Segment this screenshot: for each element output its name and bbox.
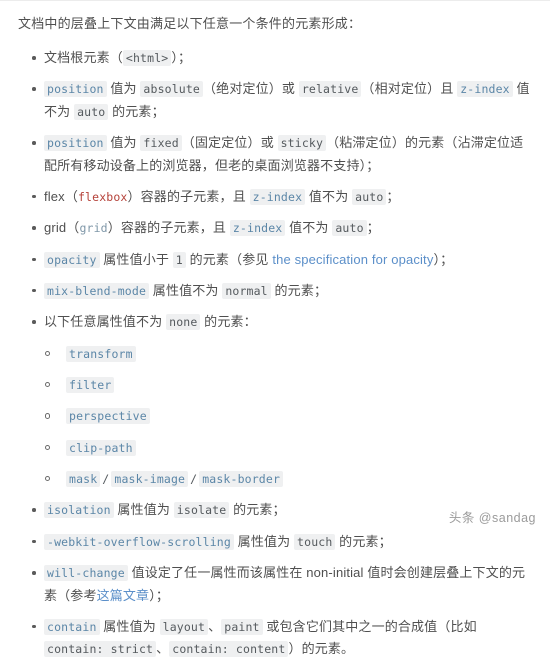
code-span: normal	[222, 282, 271, 299]
text-run: 属性值不为	[149, 282, 223, 298]
text-run: 值不为	[285, 220, 333, 236]
separator: /	[102, 472, 110, 487]
code-span: mix-blend-mode	[44, 282, 150, 299]
text-run: 的元素：	[200, 314, 257, 330]
stacking-context-list: 文档根元素（ <html>）； position 值为 absolute （绝对定位）…	[0, 47, 550, 661]
text-run: ；	[366, 220, 380, 236]
text-run: （固定定位）或	[181, 135, 278, 151]
code-span: isolation	[44, 502, 114, 519]
text-run: 的元素；	[108, 103, 165, 119]
text-run: 值不为	[305, 188, 353, 204]
text-run: 以下任意属性值不为	[44, 314, 167, 330]
text-run: 、	[208, 618, 222, 634]
text-run: 值为	[106, 81, 141, 97]
sub-list-item-clip-path: clip-path	[44, 437, 536, 459]
sub-list-item-mask-group: mask / mask-image / mask-border	[44, 468, 536, 490]
list-item-opacity: opacity 属性值小于 1 的元素（参见 the specification…	[0, 249, 550, 271]
text-run: ）的元素。	[288, 641, 355, 657]
text-run: 属性值为	[233, 533, 295, 549]
text-run: 或包含它们其中之一的合成值（比如	[262, 618, 477, 634]
watermark: 头条 @sandag	[448, 511, 536, 525]
code-span: clip-path	[66, 439, 136, 456]
inline-link[interactable]: 这篇文章	[97, 588, 150, 603]
text-run: 文档根元素（	[44, 50, 123, 66]
text-run: 、	[156, 641, 170, 657]
list-item-webkit-overflow-scrolling: -webkit-overflow-scrolling 属性值为 touch 的元…	[0, 531, 550, 553]
inline-link[interactable]: the specification for opacity	[272, 252, 433, 267]
code-span: z-index	[249, 188, 306, 205]
code-span: layout	[159, 618, 209, 635]
intro-paragraph: 文档中的层叠上下文由满足以下任意一个条件的元素形成：	[18, 16, 362, 31]
code-span: z-index	[229, 220, 286, 237]
list-item-root-element: 文档根元素（ <html>）；	[0, 47, 550, 69]
code-span: auto	[74, 103, 109, 120]
code-span: flexbox	[77, 189, 128, 204]
code-span: auto	[332, 220, 367, 237]
code-span: transform	[66, 345, 136, 362]
code-span: -webkit-overflow-scrolling	[44, 533, 234, 550]
sub-list-item-perspective: perspective	[44, 405, 536, 427]
code-span: auto	[352, 188, 387, 205]
separator: /	[190, 472, 198, 487]
text-run: ；	[386, 188, 400, 204]
text-run: 的元素；	[270, 282, 328, 298]
code-span: will-change	[44, 565, 128, 582]
text-run: 属性值为	[99, 618, 160, 634]
text-run: flex（	[44, 188, 78, 204]
code-span: position	[44, 81, 107, 98]
code-span: 1	[172, 251, 186, 268]
code-span: mask-border	[199, 471, 284, 488]
code-span: relative	[298, 81, 362, 98]
code-span: none	[166, 314, 201, 331]
code-span: paint	[221, 618, 263, 635]
code-span: contain	[44, 618, 100, 635]
code-span: position	[44, 135, 107, 152]
sub-list-item-filter: filter	[44, 374, 536, 396]
text-run: grid（	[44, 220, 80, 236]
code-span: mask	[66, 471, 101, 488]
list-item-grid-child: grid（grid）容器的子元素，且 z-index 值不为 auto；	[0, 217, 550, 239]
text-run: 属性值小于	[99, 251, 173, 267]
code-span: absolute	[140, 81, 204, 98]
code-span: isolate	[173, 502, 230, 519]
text-run: ）；	[149, 587, 170, 603]
list-item-position-absolute-relative: position 值为 absolute （绝对定位）或 relative （相对定…	[0, 78, 550, 123]
code-span: fixed	[140, 135, 182, 152]
text-run: 的元素；	[335, 533, 392, 549]
text-run: （绝对定位）或	[203, 81, 299, 97]
article-page: 文档中的层叠上下文由满足以下任意一个条件的元素形成： 文档根元素（ <html>）…	[0, 0, 550, 658]
text-run: 值为	[106, 135, 141, 151]
code-span: contain: strict	[44, 641, 157, 658]
code-span: contain: content	[169, 641, 289, 658]
code-span: sticky	[277, 135, 327, 152]
code-span: grid	[79, 221, 108, 236]
list-item-will-change: will-change 值设定了任一属性而该属性在 non-initial 值时…	[0, 562, 550, 607]
list-item-position-fixed-sticky: position 值为 fixed （固定定位）或 sticky （粘滞定位）的元素…	[0, 132, 550, 177]
code-span: touch	[294, 533, 336, 550]
sub-list-item-transform: transform	[44, 343, 536, 365]
text-run: ）容器的子元素，且	[127, 188, 250, 204]
list-item-any-property-not-none: 以下任意属性值不为 none 的元素： transform filter perspe…	[0, 311, 550, 490]
sub-list: transform filter perspective clip-path mask /…	[44, 343, 536, 491]
text-run: ）；	[433, 251, 454, 267]
code-span: filter	[66, 377, 115, 394]
text-run: 的元素；	[229, 502, 286, 518]
code-span: opacity	[44, 251, 100, 268]
code-span: perspective	[66, 408, 150, 425]
text-run: （相对定位）且	[361, 81, 458, 97]
code-span: <html>	[122, 50, 172, 67]
code-span: mask-image	[111, 471, 189, 488]
list-item-flex-child: flex（flexbox）容器的子元素，且 z-index 值不为 auto；	[0, 186, 550, 208]
text-run: ）；	[171, 50, 192, 66]
text-run: 的元素（参见	[185, 251, 273, 267]
list-item-mix-blend-mode: mix-blend-mode 属性值不为 normal 的元素；	[0, 280, 550, 302]
text-run: 属性值为	[113, 502, 174, 518]
text-run: ）容器的子元素，且	[107, 220, 230, 236]
list-item-contain: contain 属性值为 layout、 paint 或包含它们其中之一的合成值（…	[0, 616, 550, 661]
code-span: z-index	[457, 81, 513, 98]
